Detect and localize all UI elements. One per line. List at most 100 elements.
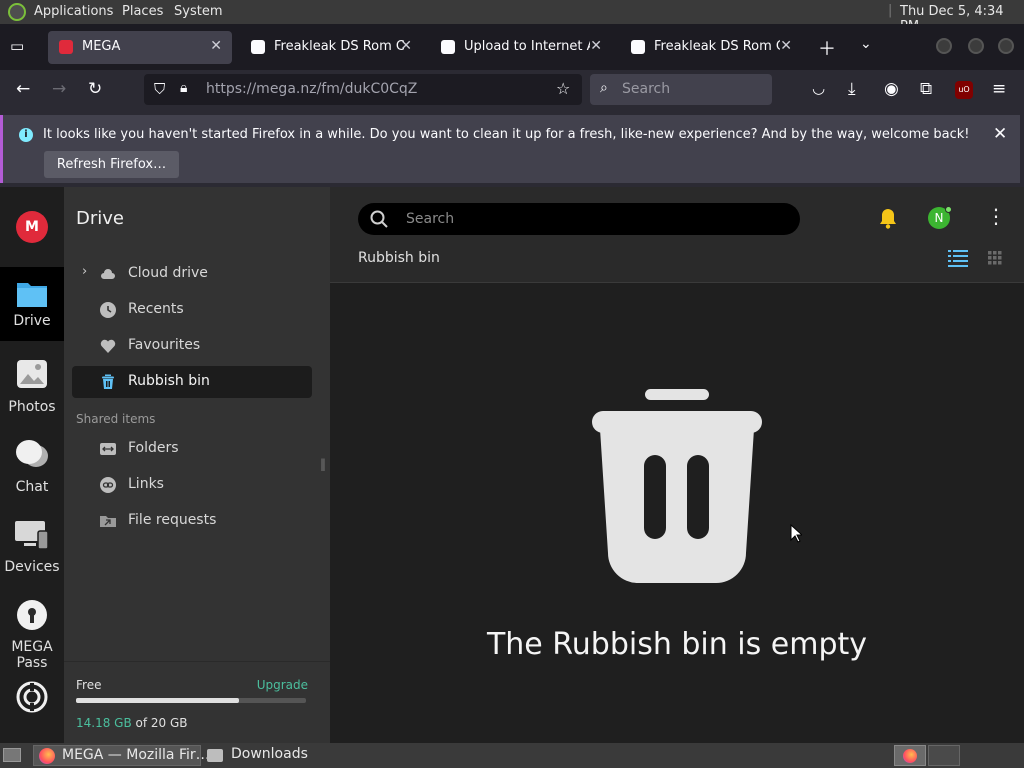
- drive-title: Drive: [76, 208, 124, 229]
- sidebar-resize-handle[interactable]: ‖: [320, 457, 326, 471]
- back-icon[interactable]: ←: [16, 79, 30, 99]
- os-menu-logo-icon[interactable]: [8, 3, 26, 21]
- applications-menu[interactable]: Applications: [34, 4, 113, 19]
- shield-icon[interactable]: ⛉: [154, 80, 165, 98]
- close-tab-icon[interactable]: ✕: [780, 38, 792, 54]
- rail-label: Devices: [4, 559, 60, 575]
- storage-bar: [76, 698, 306, 703]
- os-top-panel: Applications Places System | Thu Dec 5, …: [0, 0, 1024, 34]
- sidebar-item-file-requests[interactable]: File requests: [72, 505, 312, 537]
- search-icon: [370, 210, 388, 228]
- tab-mega[interactable]: MEGA ✕: [48, 31, 232, 64]
- rail-label: Drive: [13, 313, 51, 329]
- notifications-bell-icon[interactable]: [878, 207, 898, 229]
- more-options-icon[interactable]: ⋮: [986, 205, 1006, 227]
- drive-sidebar: Drive › Cloud drive Recents Favourites R…: [64, 187, 330, 743]
- taskbar-item-downloads[interactable]: Downloads: [204, 745, 364, 766]
- tab-freakleak-2[interactable]: Freakleak DS Rom Col ✕: [620, 31, 802, 64]
- grid-view-icon[interactable]: [988, 251, 1002, 265]
- navigation-toolbar: ← → ↻ ⛉ 🔒︎ https://mega.nz/fm/dukC0CqZ ☆…: [0, 70, 1024, 110]
- app-menu-icon[interactable]: ≡: [992, 79, 1006, 99]
- pocket-icon[interactable]: ◡: [812, 79, 825, 97]
- close-window-icon[interactable]: [998, 38, 1014, 54]
- search-placeholder: Search: [406, 211, 455, 227]
- main-content: Search N ⋮ Rubbish bin The Rubbish bin i…: [330, 187, 1024, 743]
- taskbar-item-label: MEGA — Mozilla Fir…: [62, 747, 210, 763]
- sidebar-item-rubbish-bin[interactable]: Rubbish bin: [72, 366, 312, 398]
- minimize-window-icon[interactable]: [936, 38, 952, 54]
- taskbar-item-label: Downloads: [231, 746, 308, 762]
- mega-logo-icon[interactable]: M: [16, 211, 48, 243]
- vpn-icon[interactable]: [16, 681, 48, 713]
- places-menu[interactable]: Places: [122, 4, 163, 19]
- lock-icon[interactable]: 🔒︎: [180, 80, 187, 96]
- rail-item-devices[interactable]: Devices: [0, 519, 64, 579]
- mega-search-input[interactable]: Search: [358, 203, 800, 235]
- panel-divider: |: [888, 3, 893, 18]
- pass-icon: [17, 600, 47, 630]
- sidebar-item-folders[interactable]: Folders: [72, 433, 312, 465]
- rail-item-photos[interactable]: Photos: [0, 359, 64, 419]
- sidebar-item-cloud-drive[interactable]: › Cloud drive: [72, 258, 312, 290]
- url-text[interactable]: https://mega.nz/fm/dukC0CqZ: [206, 81, 417, 97]
- browser-search-bar[interactable]: ⌕ Search: [590, 74, 772, 105]
- close-tab-icon[interactable]: ✕: [210, 38, 222, 54]
- archive-favicon-icon: [631, 40, 645, 54]
- rail-label: Photos: [8, 399, 56, 415]
- refresh-firefox-button[interactable]: Refresh Firefox…: [44, 151, 179, 178]
- list-all-tabs-icon[interactable]: ⌄: [860, 36, 872, 52]
- firefox-view-icon[interactable]: ▭: [10, 37, 24, 55]
- sidebar-item-label: Links: [128, 476, 164, 492]
- rail-item-chat[interactable]: Chat: [0, 439, 64, 499]
- folder-icon: [207, 749, 223, 762]
- storage-bar-fill: [76, 698, 240, 703]
- maximize-window-icon[interactable]: [968, 38, 984, 54]
- sidebar-item-label: Favourites: [128, 337, 201, 353]
- close-tab-icon[interactable]: ✕: [400, 38, 412, 54]
- tab-title: Freakleak DS Rom Col: [274, 39, 404, 54]
- link-icon: [100, 477, 116, 493]
- rail-item-drive[interactable]: Drive: [0, 267, 64, 341]
- search-icon: ⌕: [600, 80, 608, 96]
- search-placeholder: Search: [622, 81, 671, 97]
- forward-icon[interactable]: →: [52, 79, 66, 99]
- ublock-origin-icon[interactable]: uO: [955, 81, 973, 99]
- sidebar-item-label: Folders: [128, 440, 179, 456]
- sidebar-item-label: Rubbish bin: [128, 373, 210, 389]
- tab-upload-archive[interactable]: Upload to Internet Arc ✕: [430, 31, 612, 64]
- notification-message: It looks like you haven't started Firefo…: [43, 127, 970, 142]
- taskbar-item-firefox[interactable]: MEGA — Mozilla Fir…: [33, 745, 210, 766]
- sidebar-item-recents[interactable]: Recents: [72, 294, 312, 326]
- workspace-2[interactable]: [928, 745, 960, 766]
- list-view-icon[interactable]: [948, 249, 968, 267]
- url-bar[interactable]: ⛉ 🔒︎ https://mega.nz/fm/dukC0CqZ ☆: [144, 74, 582, 105]
- new-tab-icon[interactable]: ＋: [818, 35, 836, 61]
- tab-title: MEGA: [82, 39, 121, 54]
- downloads-icon[interactable]: ⤓: [848, 79, 856, 99]
- system-menu[interactable]: System: [174, 4, 222, 19]
- sidebar-item-label: Cloud drive: [128, 265, 208, 281]
- plan-label: Free: [76, 678, 102, 692]
- close-notification-icon[interactable]: ✕: [993, 124, 1007, 144]
- photos-icon: [17, 360, 47, 388]
- close-tab-icon[interactable]: ✕: [590, 38, 602, 54]
- show-desktop-icon[interactable]: [3, 748, 21, 762]
- trash-icon: [102, 374, 114, 389]
- rail-item-mega-pass[interactable]: MEGA Pass: [0, 599, 64, 679]
- bookmark-star-icon[interactable]: ☆: [556, 79, 570, 98]
- workspace-switcher[interactable]: [894, 745, 926, 766]
- mouse-cursor-icon: [790, 524, 802, 543]
- reload-icon[interactable]: ↻: [88, 79, 102, 99]
- upgrade-link[interactable]: Upgrade: [257, 678, 308, 692]
- cloud-icon: [101, 269, 115, 279]
- chevron-right-icon[interactable]: ›: [82, 264, 87, 279]
- tab-freakleak-1[interactable]: Freakleak DS Rom Col ✕: [240, 31, 422, 64]
- shared-items-heading: Shared items: [76, 412, 156, 426]
- sidebar-item-label: Recents: [128, 301, 184, 317]
- breadcrumb[interactable]: Rubbish bin: [358, 250, 440, 266]
- sidebar-item-favourites[interactable]: Favourites: [72, 330, 312, 362]
- extensions-icon[interactable]: ⧉: [920, 79, 932, 99]
- avatar-letter: N: [934, 211, 944, 225]
- account-icon[interactable]: ◉: [884, 79, 899, 99]
- sidebar-item-links[interactable]: Links: [72, 469, 312, 501]
